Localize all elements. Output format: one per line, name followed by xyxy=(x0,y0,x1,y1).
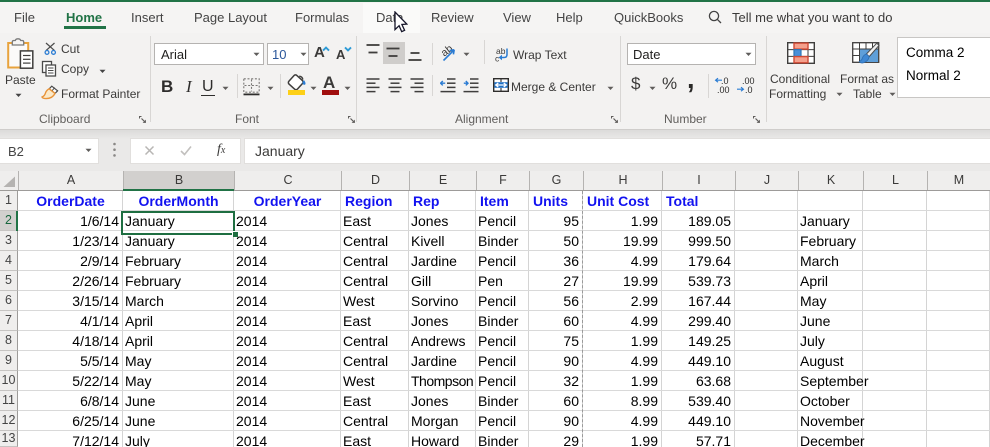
svg-text:.00: .00 xyxy=(717,85,730,94)
svg-text:.0: .0 xyxy=(745,85,753,94)
